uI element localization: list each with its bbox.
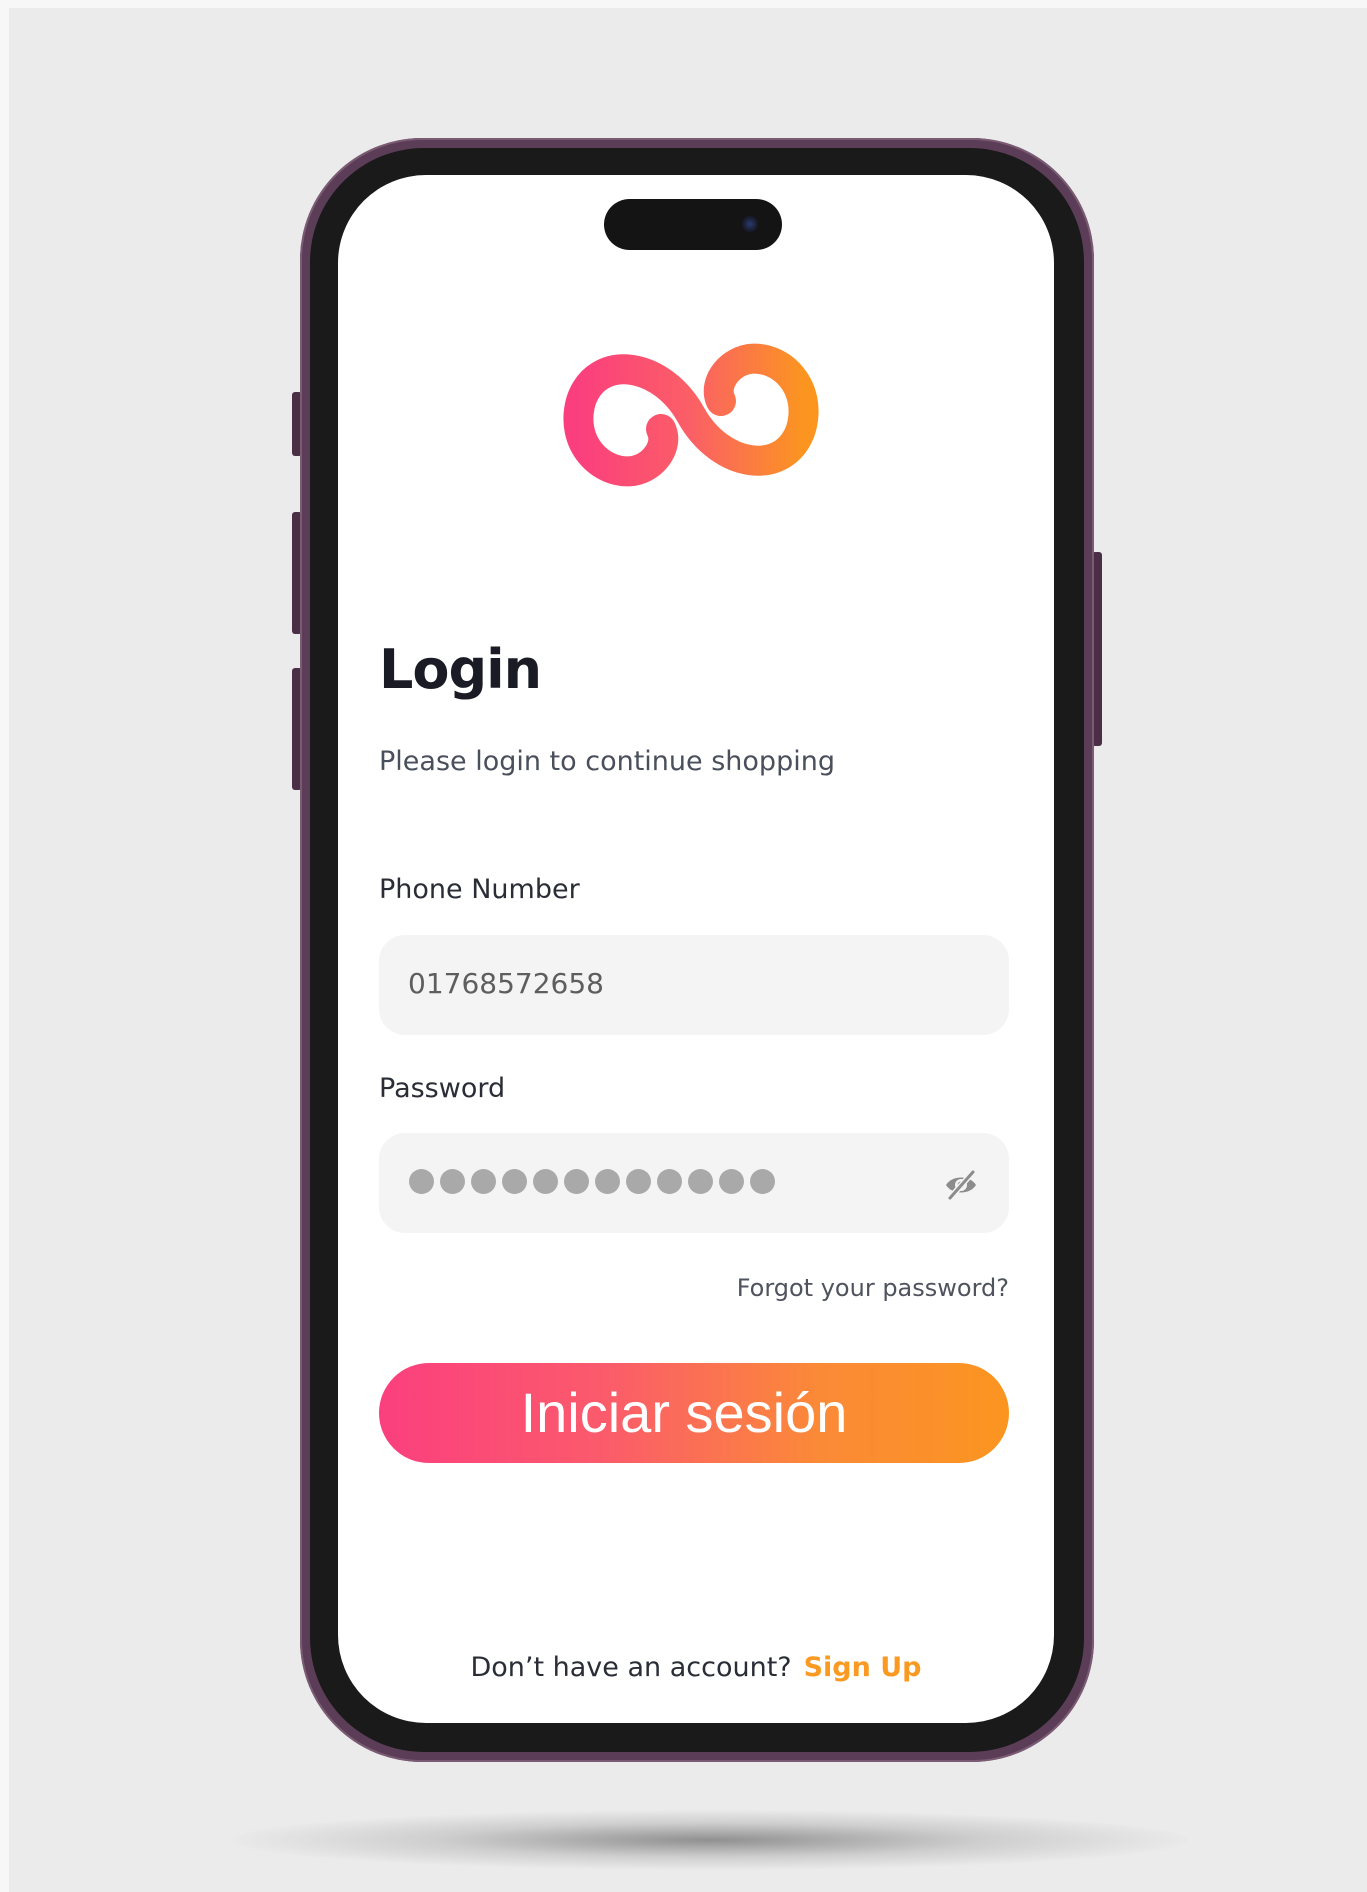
- page-border-top: [0, 0, 1367, 8]
- password-mask-dot: [564, 1169, 589, 1194]
- dynamic-island: [604, 199, 782, 250]
- phone-number-value: 01768572658: [408, 967, 604, 1000]
- password-mask-dot: [440, 1169, 465, 1194]
- password-mask-dot: [688, 1169, 713, 1194]
- phone-number-field[interactable]: 01768572658: [379, 935, 1009, 1035]
- password-mask-dot: [502, 1169, 527, 1194]
- password-mask-dot: [657, 1169, 682, 1194]
- login-screen: Login Please login to continue shopping …: [338, 175, 1054, 1723]
- login-button-label: Iniciar sesión: [520, 1381, 848, 1444]
- eye-slash-icon[interactable]: [943, 1167, 979, 1203]
- infinity-logo-icon: [563, 343, 819, 487]
- password-mask: [409, 1169, 775, 1194]
- login-button[interactable]: Iniciar sesión: [379, 1363, 1009, 1463]
- password-mask-dot: [719, 1169, 744, 1194]
- page-subtitle: Please login to continue shopping: [379, 746, 835, 777]
- signup-row: Don’t have an account? Sign Up: [338, 1652, 1054, 1683]
- password-mask-dot: [626, 1169, 651, 1194]
- password-mask-dot: [750, 1169, 775, 1194]
- phone-shadow: [230, 1810, 1190, 1870]
- signup-link[interactable]: Sign Up: [804, 1652, 922, 1683]
- password-field[interactable]: [379, 1133, 1009, 1233]
- password-mask-dot: [471, 1169, 496, 1194]
- forgot-password-link[interactable]: Forgot your password?: [737, 1274, 1009, 1302]
- signup-prompt: Don’t have an account?: [470, 1652, 792, 1683]
- password-label: Password: [379, 1073, 506, 1104]
- page-title: Login: [379, 638, 542, 701]
- password-mask-dot: [409, 1169, 434, 1194]
- phone-number-label: Phone Number: [379, 874, 580, 905]
- password-mask-dot: [595, 1169, 620, 1194]
- password-mask-dot: [533, 1169, 558, 1194]
- front-camera-icon: [742, 216, 758, 232]
- page-border-left: [0, 0, 9, 1892]
